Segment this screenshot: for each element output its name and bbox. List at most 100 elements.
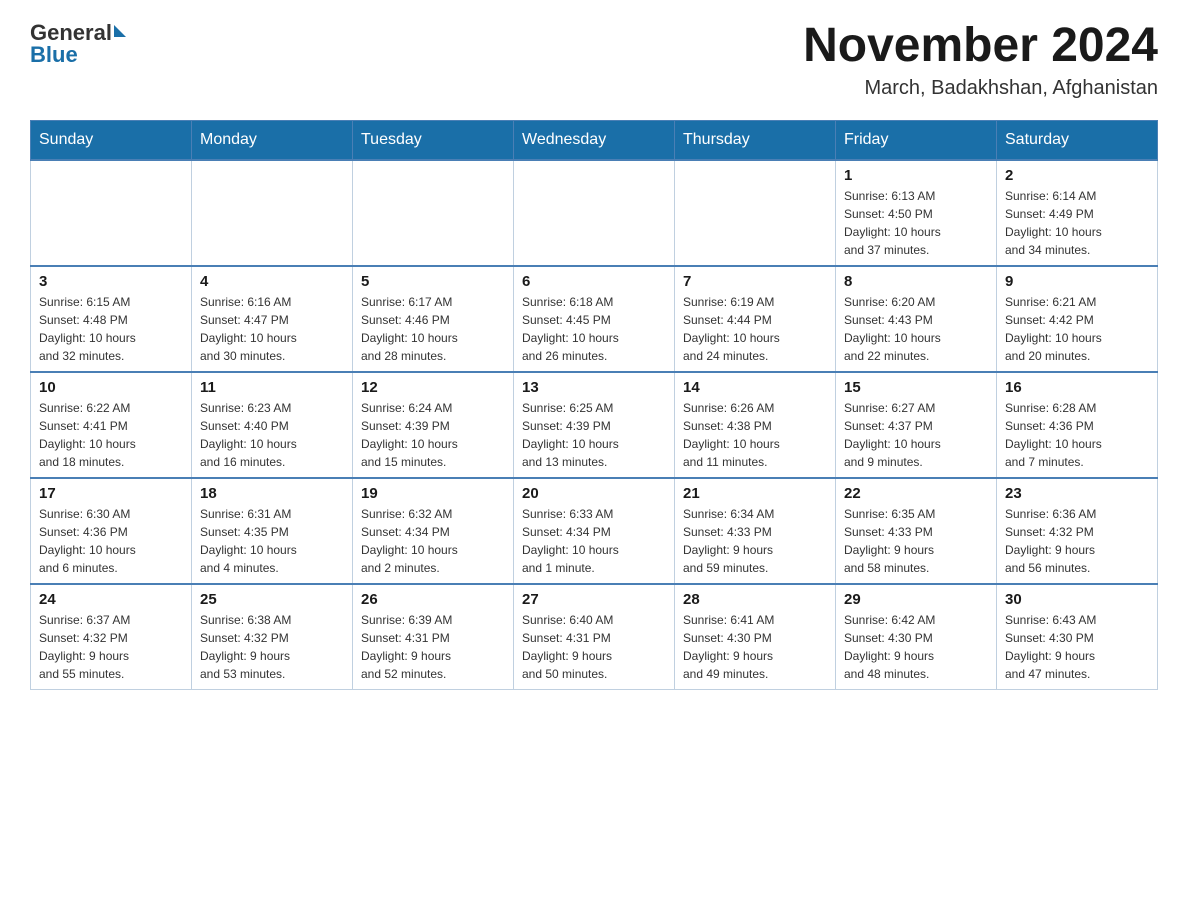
day-info: Sunrise: 6:26 AM Sunset: 4:38 PM Dayligh… bbox=[683, 399, 827, 471]
calendar-header-row: SundayMondayTuesdayWednesdayThursdayFrid… bbox=[31, 120, 1158, 160]
day-info: Sunrise: 6:13 AM Sunset: 4:50 PM Dayligh… bbox=[844, 187, 988, 259]
day-cell: 19 Sunrise: 6:32 AM Sunset: 4:34 PM Dayli… bbox=[353, 478, 514, 584]
day-cell: 1 Sunrise: 6:13 AM Sunset: 4:50 PM Daylig… bbox=[836, 160, 997, 266]
day-number: 5 bbox=[361, 273, 505, 290]
day-cell: 3 Sunrise: 6:15 AM Sunset: 4:48 PM Daylig… bbox=[31, 266, 192, 372]
day-number: 20 bbox=[522, 485, 666, 502]
day-info: Sunrise: 6:35 AM Sunset: 4:33 PM Dayligh… bbox=[844, 505, 988, 577]
day-number: 28 bbox=[683, 591, 827, 608]
day-info: Sunrise: 6:16 AM Sunset: 4:47 PM Dayligh… bbox=[200, 293, 344, 365]
calendar-header-tuesday: Tuesday bbox=[353, 120, 514, 160]
calendar-header-sunday: Sunday bbox=[31, 120, 192, 160]
day-info: Sunrise: 6:22 AM Sunset: 4:41 PM Dayligh… bbox=[39, 399, 183, 471]
calendar-header-friday: Friday bbox=[836, 120, 997, 160]
day-number: 11 bbox=[200, 379, 344, 396]
day-info: Sunrise: 6:24 AM Sunset: 4:39 PM Dayligh… bbox=[361, 399, 505, 471]
page-header: General Blue November 2024 March, Badakh… bbox=[30, 20, 1158, 100]
day-number: 8 bbox=[844, 273, 988, 290]
day-info: Sunrise: 6:34 AM Sunset: 4:33 PM Dayligh… bbox=[683, 505, 827, 577]
day-number: 25 bbox=[200, 591, 344, 608]
day-cell: 29Sunrise: 6:42 AM Sunset: 4:30 PM Dayli… bbox=[836, 584, 997, 690]
day-number: 10 bbox=[39, 379, 183, 396]
day-number: 15 bbox=[844, 379, 988, 396]
day-info: Sunrise: 6:30 AM Sunset: 4:36 PM Dayligh… bbox=[39, 505, 183, 577]
day-info: Sunrise: 6:33 AM Sunset: 4:34 PM Dayligh… bbox=[522, 505, 666, 577]
day-info: Sunrise: 6:23 AM Sunset: 4:40 PM Dayligh… bbox=[200, 399, 344, 471]
day-cell: 20 Sunrise: 6:33 AM Sunset: 4:34 PM Dayli… bbox=[514, 478, 675, 584]
day-cell bbox=[514, 160, 675, 266]
calendar-subtitle: March, Badakhshan, Afghanistan bbox=[803, 77, 1158, 100]
week-row-4: 17 Sunrise: 6:30 AM Sunset: 4:36 PM Dayli… bbox=[31, 478, 1158, 584]
day-cell: 5Sunrise: 6:17 AM Sunset: 4:46 PM Daylig… bbox=[353, 266, 514, 372]
day-number: 23 bbox=[1005, 485, 1149, 502]
day-cell: 10 Sunrise: 6:22 AM Sunset: 4:41 PM Dayli… bbox=[31, 372, 192, 478]
day-cell: 28 Sunrise: 6:41 AM Sunset: 4:30 PM Dayli… bbox=[675, 584, 836, 690]
day-info: Sunrise: 6:15 AM Sunset: 4:48 PM Dayligh… bbox=[39, 293, 183, 365]
day-info: Sunrise: 6:32 AM Sunset: 4:34 PM Dayligh… bbox=[361, 505, 505, 577]
day-number: 14 bbox=[683, 379, 827, 396]
day-cell: 12 Sunrise: 6:24 AM Sunset: 4:39 PM Dayli… bbox=[353, 372, 514, 478]
day-info: Sunrise: 6:18 AM Sunset: 4:45 PM Dayligh… bbox=[522, 293, 666, 365]
day-info: Sunrise: 6:27 AM Sunset: 4:37 PM Dayligh… bbox=[844, 399, 988, 471]
day-info: Sunrise: 6:14 AM Sunset: 4:49 PM Dayligh… bbox=[1005, 187, 1149, 259]
day-cell: 2 Sunrise: 6:14 AM Sunset: 4:49 PM Daylig… bbox=[997, 160, 1158, 266]
day-cell: 15 Sunrise: 6:27 AM Sunset: 4:37 PM Dayli… bbox=[836, 372, 997, 478]
day-number: 9 bbox=[1005, 273, 1149, 290]
day-cell: 7 Sunrise: 6:19 AM Sunset: 4:44 PM Daylig… bbox=[675, 266, 836, 372]
day-info: Sunrise: 6:20 AM Sunset: 4:43 PM Dayligh… bbox=[844, 293, 988, 365]
calendar-header-saturday: Saturday bbox=[997, 120, 1158, 160]
day-cell: 22Sunrise: 6:35 AM Sunset: 4:33 PM Dayli… bbox=[836, 478, 997, 584]
day-info: Sunrise: 6:31 AM Sunset: 4:35 PM Dayligh… bbox=[200, 505, 344, 577]
day-number: 27 bbox=[522, 591, 666, 608]
day-number: 21 bbox=[683, 485, 827, 502]
day-number: 12 bbox=[361, 379, 505, 396]
day-cell: 11 Sunrise: 6:23 AM Sunset: 4:40 PM Dayli… bbox=[192, 372, 353, 478]
week-row-3: 10 Sunrise: 6:22 AM Sunset: 4:41 PM Dayli… bbox=[31, 372, 1158, 478]
day-info: Sunrise: 6:41 AM Sunset: 4:30 PM Dayligh… bbox=[683, 611, 827, 683]
day-cell: 27 Sunrise: 6:40 AM Sunset: 4:31 PM Dayli… bbox=[514, 584, 675, 690]
day-info: Sunrise: 6:39 AM Sunset: 4:31 PM Dayligh… bbox=[361, 611, 505, 683]
day-number: 3 bbox=[39, 273, 183, 290]
day-cell: 30Sunrise: 6:43 AM Sunset: 4:30 PM Dayli… bbox=[997, 584, 1158, 690]
day-cell: 26 Sunrise: 6:39 AM Sunset: 4:31 PM Dayli… bbox=[353, 584, 514, 690]
day-info: Sunrise: 6:38 AM Sunset: 4:32 PM Dayligh… bbox=[200, 611, 344, 683]
logo-triangle-icon bbox=[114, 25, 126, 37]
day-info: Sunrise: 6:37 AM Sunset: 4:32 PM Dayligh… bbox=[39, 611, 183, 683]
day-info: Sunrise: 6:25 AM Sunset: 4:39 PM Dayligh… bbox=[522, 399, 666, 471]
day-info: Sunrise: 6:36 AM Sunset: 4:32 PM Dayligh… bbox=[1005, 505, 1149, 577]
week-row-2: 3 Sunrise: 6:15 AM Sunset: 4:48 PM Daylig… bbox=[31, 266, 1158, 372]
day-info: Sunrise: 6:19 AM Sunset: 4:44 PM Dayligh… bbox=[683, 293, 827, 365]
day-info: Sunrise: 6:40 AM Sunset: 4:31 PM Dayligh… bbox=[522, 611, 666, 683]
week-row-5: 24 Sunrise: 6:37 AM Sunset: 4:32 PM Dayli… bbox=[31, 584, 1158, 690]
day-info: Sunrise: 6:28 AM Sunset: 4:36 PM Dayligh… bbox=[1005, 399, 1149, 471]
day-number: 19 bbox=[361, 485, 505, 502]
day-number: 2 bbox=[1005, 167, 1149, 184]
day-cell: 24 Sunrise: 6:37 AM Sunset: 4:32 PM Dayli… bbox=[31, 584, 192, 690]
day-number: 24 bbox=[39, 591, 183, 608]
title-block: November 2024 March, Badakhshan, Afghani… bbox=[803, 20, 1158, 100]
day-number: 29 bbox=[844, 591, 988, 608]
logo: General Blue bbox=[30, 20, 126, 68]
day-cell: 6 Sunrise: 6:18 AM Sunset: 4:45 PM Daylig… bbox=[514, 266, 675, 372]
day-number: 18 bbox=[200, 485, 344, 502]
day-cell bbox=[353, 160, 514, 266]
day-cell: 18 Sunrise: 6:31 AM Sunset: 4:35 PM Dayli… bbox=[192, 478, 353, 584]
day-number: 4 bbox=[200, 273, 344, 290]
day-cell: 14 Sunrise: 6:26 AM Sunset: 4:38 PM Dayli… bbox=[675, 372, 836, 478]
calendar-header-wednesday: Wednesday bbox=[514, 120, 675, 160]
day-info: Sunrise: 6:21 AM Sunset: 4:42 PM Dayligh… bbox=[1005, 293, 1149, 365]
calendar-header-monday: Monday bbox=[192, 120, 353, 160]
day-number: 7 bbox=[683, 273, 827, 290]
day-number: 13 bbox=[522, 379, 666, 396]
day-cell: 21 Sunrise: 6:34 AM Sunset: 4:33 PM Dayli… bbox=[675, 478, 836, 584]
day-number: 1 bbox=[844, 167, 988, 184]
day-cell: 25 Sunrise: 6:38 AM Sunset: 4:32 PM Dayli… bbox=[192, 584, 353, 690]
day-cell bbox=[31, 160, 192, 266]
day-cell bbox=[675, 160, 836, 266]
day-number: 26 bbox=[361, 591, 505, 608]
day-number: 17 bbox=[39, 485, 183, 502]
day-number: 30 bbox=[1005, 591, 1149, 608]
day-number: 6 bbox=[522, 273, 666, 290]
day-cell: 8 Sunrise: 6:20 AM Sunset: 4:43 PM Daylig… bbox=[836, 266, 997, 372]
day-cell: 9 Sunrise: 6:21 AM Sunset: 4:42 PM Daylig… bbox=[997, 266, 1158, 372]
